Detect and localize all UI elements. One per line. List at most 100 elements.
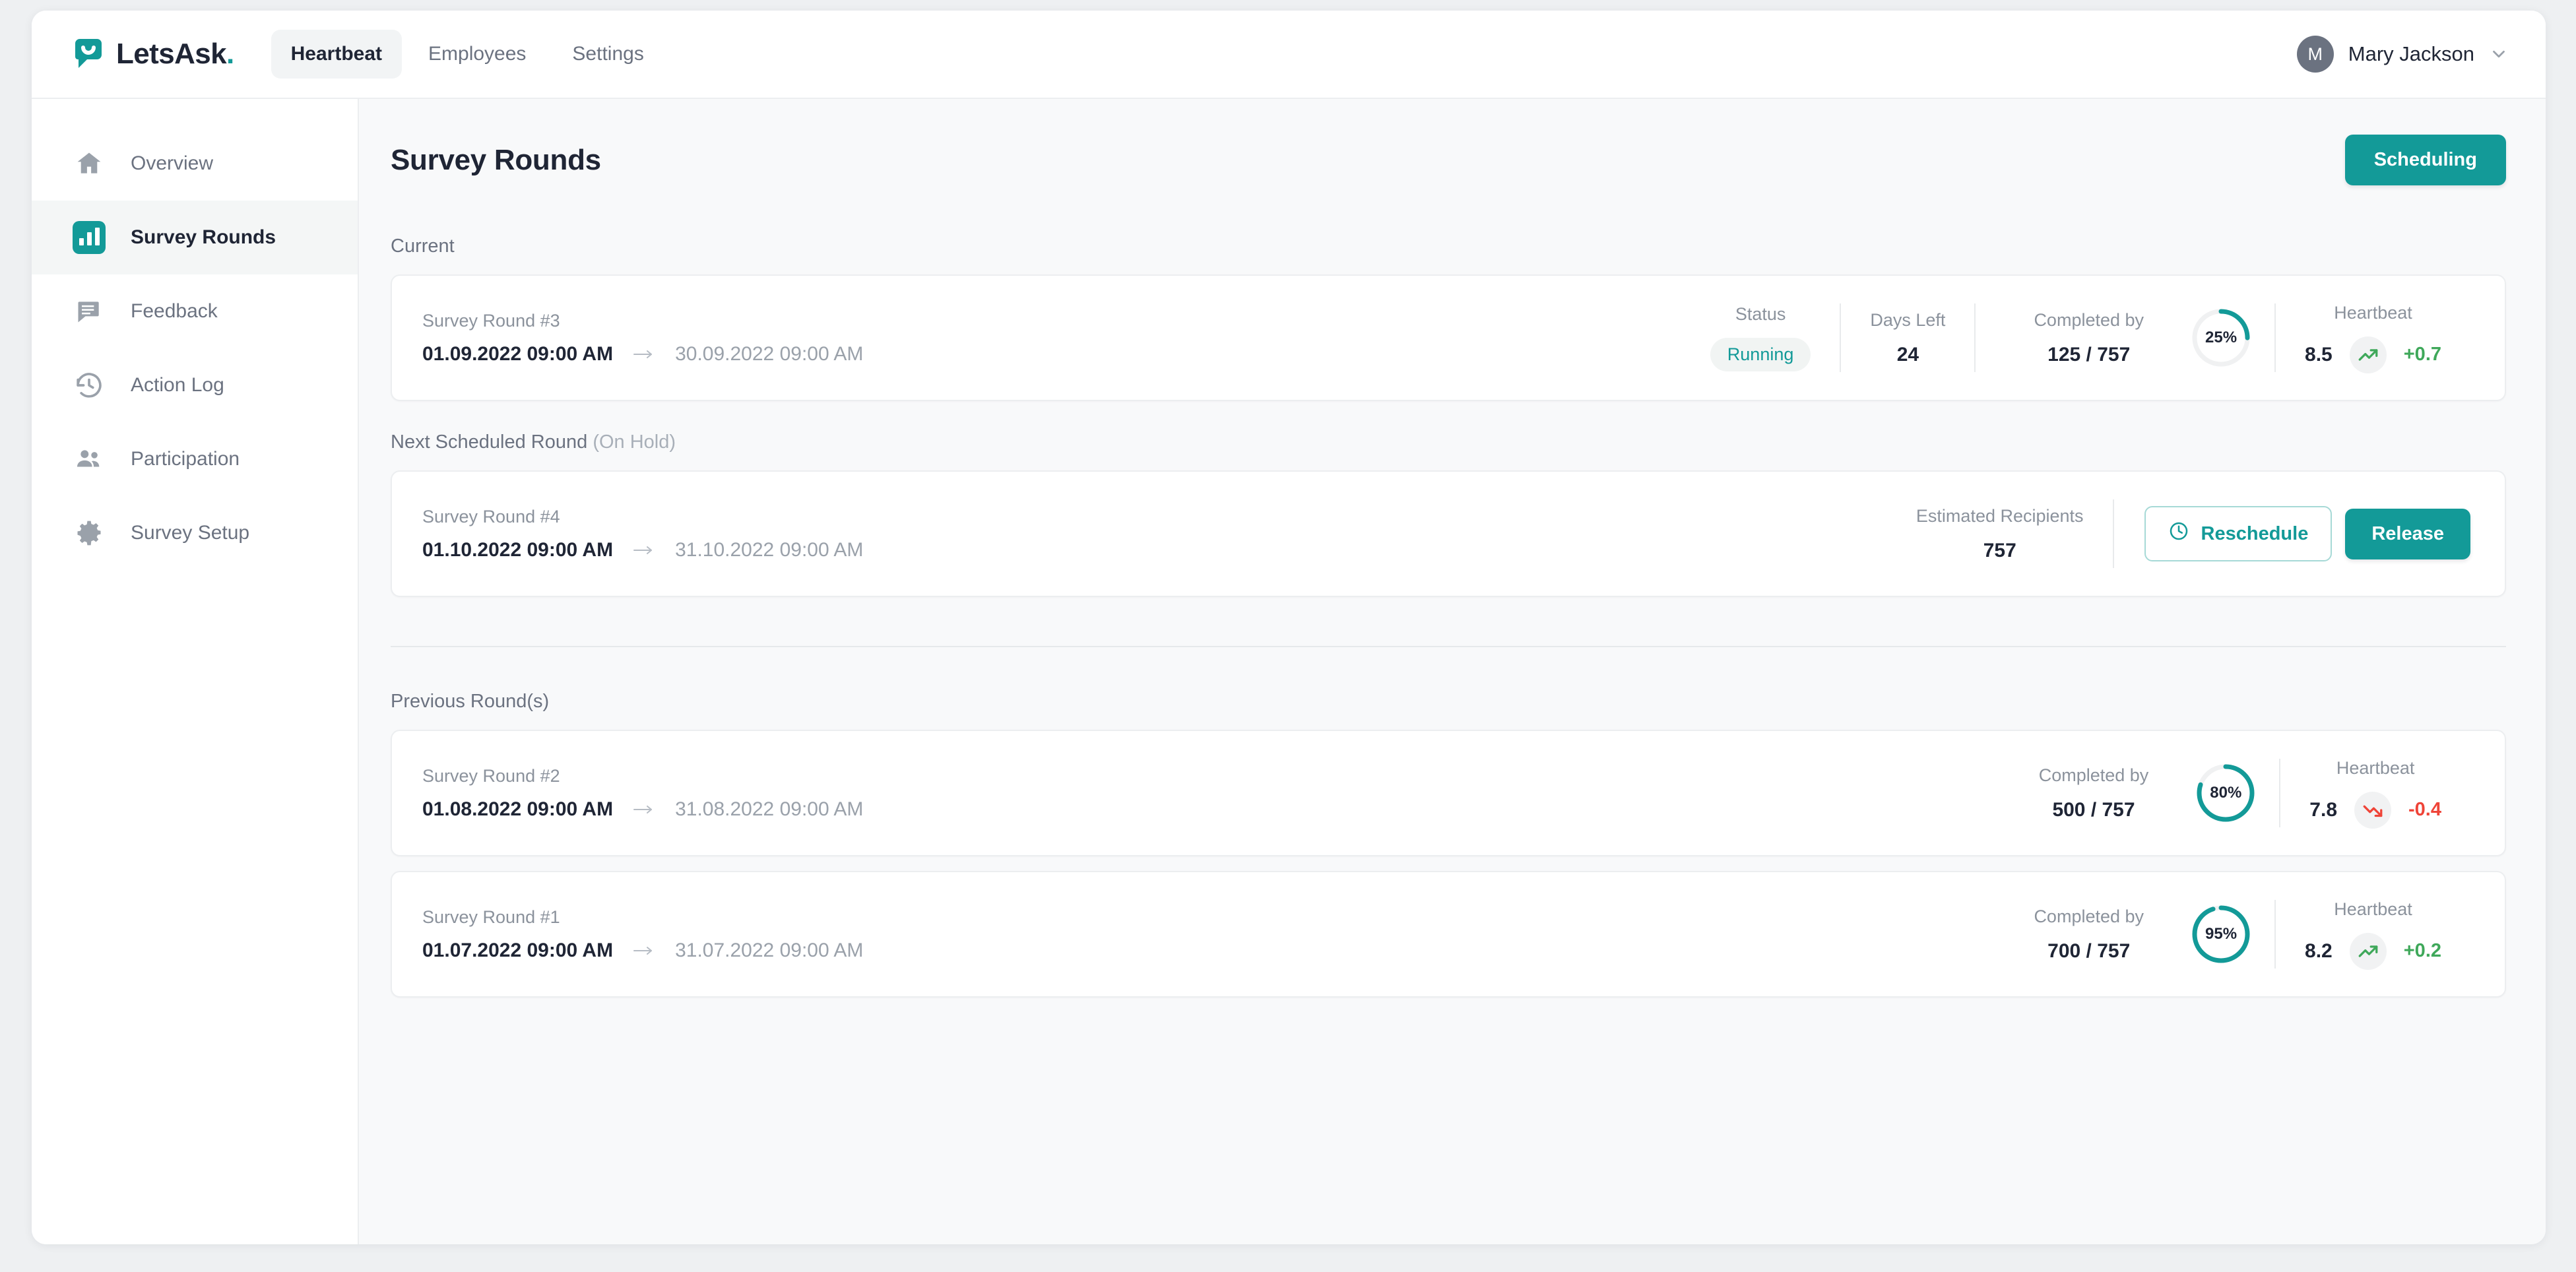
page-title: Survey Rounds: [391, 143, 601, 176]
user-menu[interactable]: M Mary Jackson: [2296, 36, 2509, 73]
round-date-to: 30.09.2022 09:00 AM: [675, 342, 864, 365]
trending-down-icon: [2354, 791, 2392, 829]
completed-label: Completed by: [2034, 309, 2144, 330]
status-stat: Status Running: [1681, 304, 1840, 371]
tab-employees[interactable]: Employees: [408, 30, 546, 79]
brand-logo[interactable]: LetsAsk.: [71, 37, 234, 71]
round-date-to: 31.08.2022 09:00 AM: [675, 798, 864, 820]
sidebar-item-label: Action Log: [131, 374, 224, 396]
sidebar-item-label: Overview: [131, 152, 214, 174]
round-date-from: 01.09.2022 09:00 AM: [422, 342, 614, 365]
scheduling-button[interactable]: Scheduling: [2344, 135, 2506, 185]
section-label-current: Current: [391, 236, 455, 257]
history-clock-icon: [73, 369, 106, 402]
sidebar-item-participation[interactable]: Participation: [32, 422, 358, 496]
sidebar-item-label: Survey Rounds: [131, 226, 276, 248]
previous-round-stats: Completed by 500 / 757 80% Heartbeat 7.8: [1981, 758, 2470, 829]
estimated-recipients-value: 757: [1983, 539, 2016, 561]
heartbeat-stat: Heartbeat 8.5 +0.7: [2276, 303, 2470, 373]
brand-name: LetsAsk.: [116, 38, 234, 70]
home-icon: [73, 147, 106, 180]
round-info: Survey Round #2 01.08.2022 09:00 AM 31.0…: [422, 766, 863, 821]
round-date-from: 01.10.2022 09:00 AM: [422, 538, 614, 561]
completed-stat: Completed by 500 / 757 80%: [1981, 762, 2280, 824]
main-content: Survey Rounds Scheduling Current Survey …: [359, 99, 2546, 1244]
sidebar-item-feedback[interactable]: Feedback: [32, 274, 358, 348]
avatar: M: [2296, 36, 2334, 73]
bar-chart-icon: [73, 221, 106, 254]
previous-round-stats: Completed by 700 / 757 95% Heartbeat 8.2: [1976, 899, 2470, 970]
sidebar-item-survey-rounds[interactable]: Survey Rounds: [32, 201, 358, 274]
round-name: Survey Round #3: [422, 310, 560, 331]
completed-label: Completed by: [2038, 765, 2149, 785]
round-info: Survey Round #4 01.10.2022 09:00 AM 31.1…: [422, 507, 863, 561]
release-button[interactable]: Release: [2345, 508, 2470, 559]
arrow-right-icon: [633, 347, 655, 362]
completed-value: 700 / 757: [2047, 939, 2131, 962]
top-navigation-bar: LetsAsk. Heartbeat Employees Settings M …: [32, 11, 2546, 99]
current-round-stats: Status Running Days Left 24 Completed by…: [1681, 303, 2470, 373]
round-name: Survey Round #4: [422, 506, 560, 526]
next-round-card[interactable]: Survey Round #4 01.10.2022 09:00 AM 31.1…: [391, 470, 2506, 597]
heartbeat-label: Heartbeat: [2334, 899, 2412, 919]
estimated-recipients-stat: Estimated Recipients 757: [1887, 506, 2113, 562]
status-label: Status: [1735, 304, 1786, 324]
section-label-previous: Previous Round(s): [391, 691, 550, 712]
round-date-from: 01.08.2022 09:00 AM: [422, 798, 614, 820]
completed-text: Completed by 700 / 757: [2005, 906, 2173, 963]
round-date-to: 31.10.2022 09:00 AM: [675, 538, 864, 561]
arrow-right-icon: [633, 802, 655, 817]
sidebar-item-survey-setup[interactable]: Survey Setup: [32, 496, 358, 570]
reschedule-button[interactable]: Reschedule: [2144, 506, 2333, 561]
heartbeat-value: 8.5: [2305, 343, 2333, 366]
heartbeat-delta: +0.7: [2403, 344, 2441, 365]
heartbeat-values: 8.5 +0.7: [2305, 336, 2441, 373]
section-label-next: Next Scheduled Round (On Hold): [391, 431, 2506, 453]
chevron-down-icon[interactable]: [2489, 44, 2509, 64]
status-badge: Running: [1710, 338, 1811, 371]
heartbeat-delta: +0.2: [2403, 940, 2441, 961]
speech-bubble-smile-icon: [71, 37, 106, 71]
heartbeat-stat: Heartbeat 8.2 +0.2: [2276, 899, 2470, 970]
page-header: Survey Rounds Scheduling: [391, 135, 2506, 185]
completed-text: Completed by 500 / 757: [2010, 765, 2178, 821]
round-name: Survey Round #1: [422, 906, 560, 927]
days-left-stat: Days Left 24: [1841, 310, 1974, 366]
round-dates: 01.08.2022 09:00 AM 31.08.2022 09:00 AM: [422, 798, 863, 821]
heartbeat-value: 7.8: [2309, 798, 2338, 821]
previous-round-card[interactable]: Survey Round #1 01.07.2022 09:00 AM 31.0…: [391, 871, 2506, 998]
tab-heartbeat[interactable]: Heartbeat: [271, 30, 402, 79]
completed-stat: Completed by 125 / 757 25%: [1976, 307, 2274, 369]
user-name: Mary Jackson: [2348, 42, 2474, 65]
sidebar: Overview Survey Rounds Feedback Action L…: [32, 99, 359, 1244]
round-dates: 01.09.2022 09:00 AM 30.09.2022 09:00 AM: [422, 343, 863, 366]
trending-up-icon: [2349, 336, 2387, 373]
completion-percent: 80%: [2210, 784, 2242, 802]
current-round-card[interactable]: Survey Round #3 01.09.2022 09:00 AM 30.0…: [391, 274, 2506, 401]
previous-round-card[interactable]: Survey Round #2 01.08.2022 09:00 AM 31.0…: [391, 730, 2506, 856]
heartbeat-values: 8.2 +0.2: [2305, 932, 2441, 970]
tab-settings[interactable]: Settings: [552, 30, 663, 79]
app-body: Overview Survey Rounds Feedback Action L…: [32, 99, 2546, 1244]
trending-up-icon: [2349, 932, 2387, 970]
heartbeat-values: 7.8 -0.4: [2309, 791, 2441, 829]
completed-value: 500 / 757: [2052, 798, 2135, 821]
completed-label: Completed by: [2034, 906, 2144, 926]
heartbeat-stat: Heartbeat 7.8 -0.4: [2280, 758, 2470, 829]
completion-percent: 25%: [2205, 329, 2238, 346]
heartbeat-label: Heartbeat: [2336, 757, 2415, 778]
section-label-next-suffix: (On Hold): [593, 431, 676, 453]
round-dates: 01.07.2022 09:00 AM 31.07.2022 09:00 AM: [422, 939, 863, 962]
next-round-stats: Estimated Recipients 757 Reschedule Rele…: [1887, 499, 2470, 568]
sidebar-item-overview[interactable]: Overview: [32, 127, 358, 201]
sidebar-item-action-log[interactable]: Action Log: [32, 348, 358, 422]
round-dates: 01.10.2022 09:00 AM 31.10.2022 09:00 AM: [422, 539, 863, 561]
completed-text: Completed by 125 / 757: [2005, 310, 2173, 366]
days-left-value: 24: [1896, 343, 1919, 366]
comment-icon: [73, 295, 106, 328]
round-info: Survey Round #3 01.09.2022 09:00 AM 30.0…: [422, 311, 863, 366]
completion-percent: 95%: [2205, 925, 2238, 943]
reschedule-button-label: Reschedule: [2201, 523, 2309, 544]
gear-icon: [73, 517, 106, 550]
arrow-right-icon: [633, 943, 655, 958]
